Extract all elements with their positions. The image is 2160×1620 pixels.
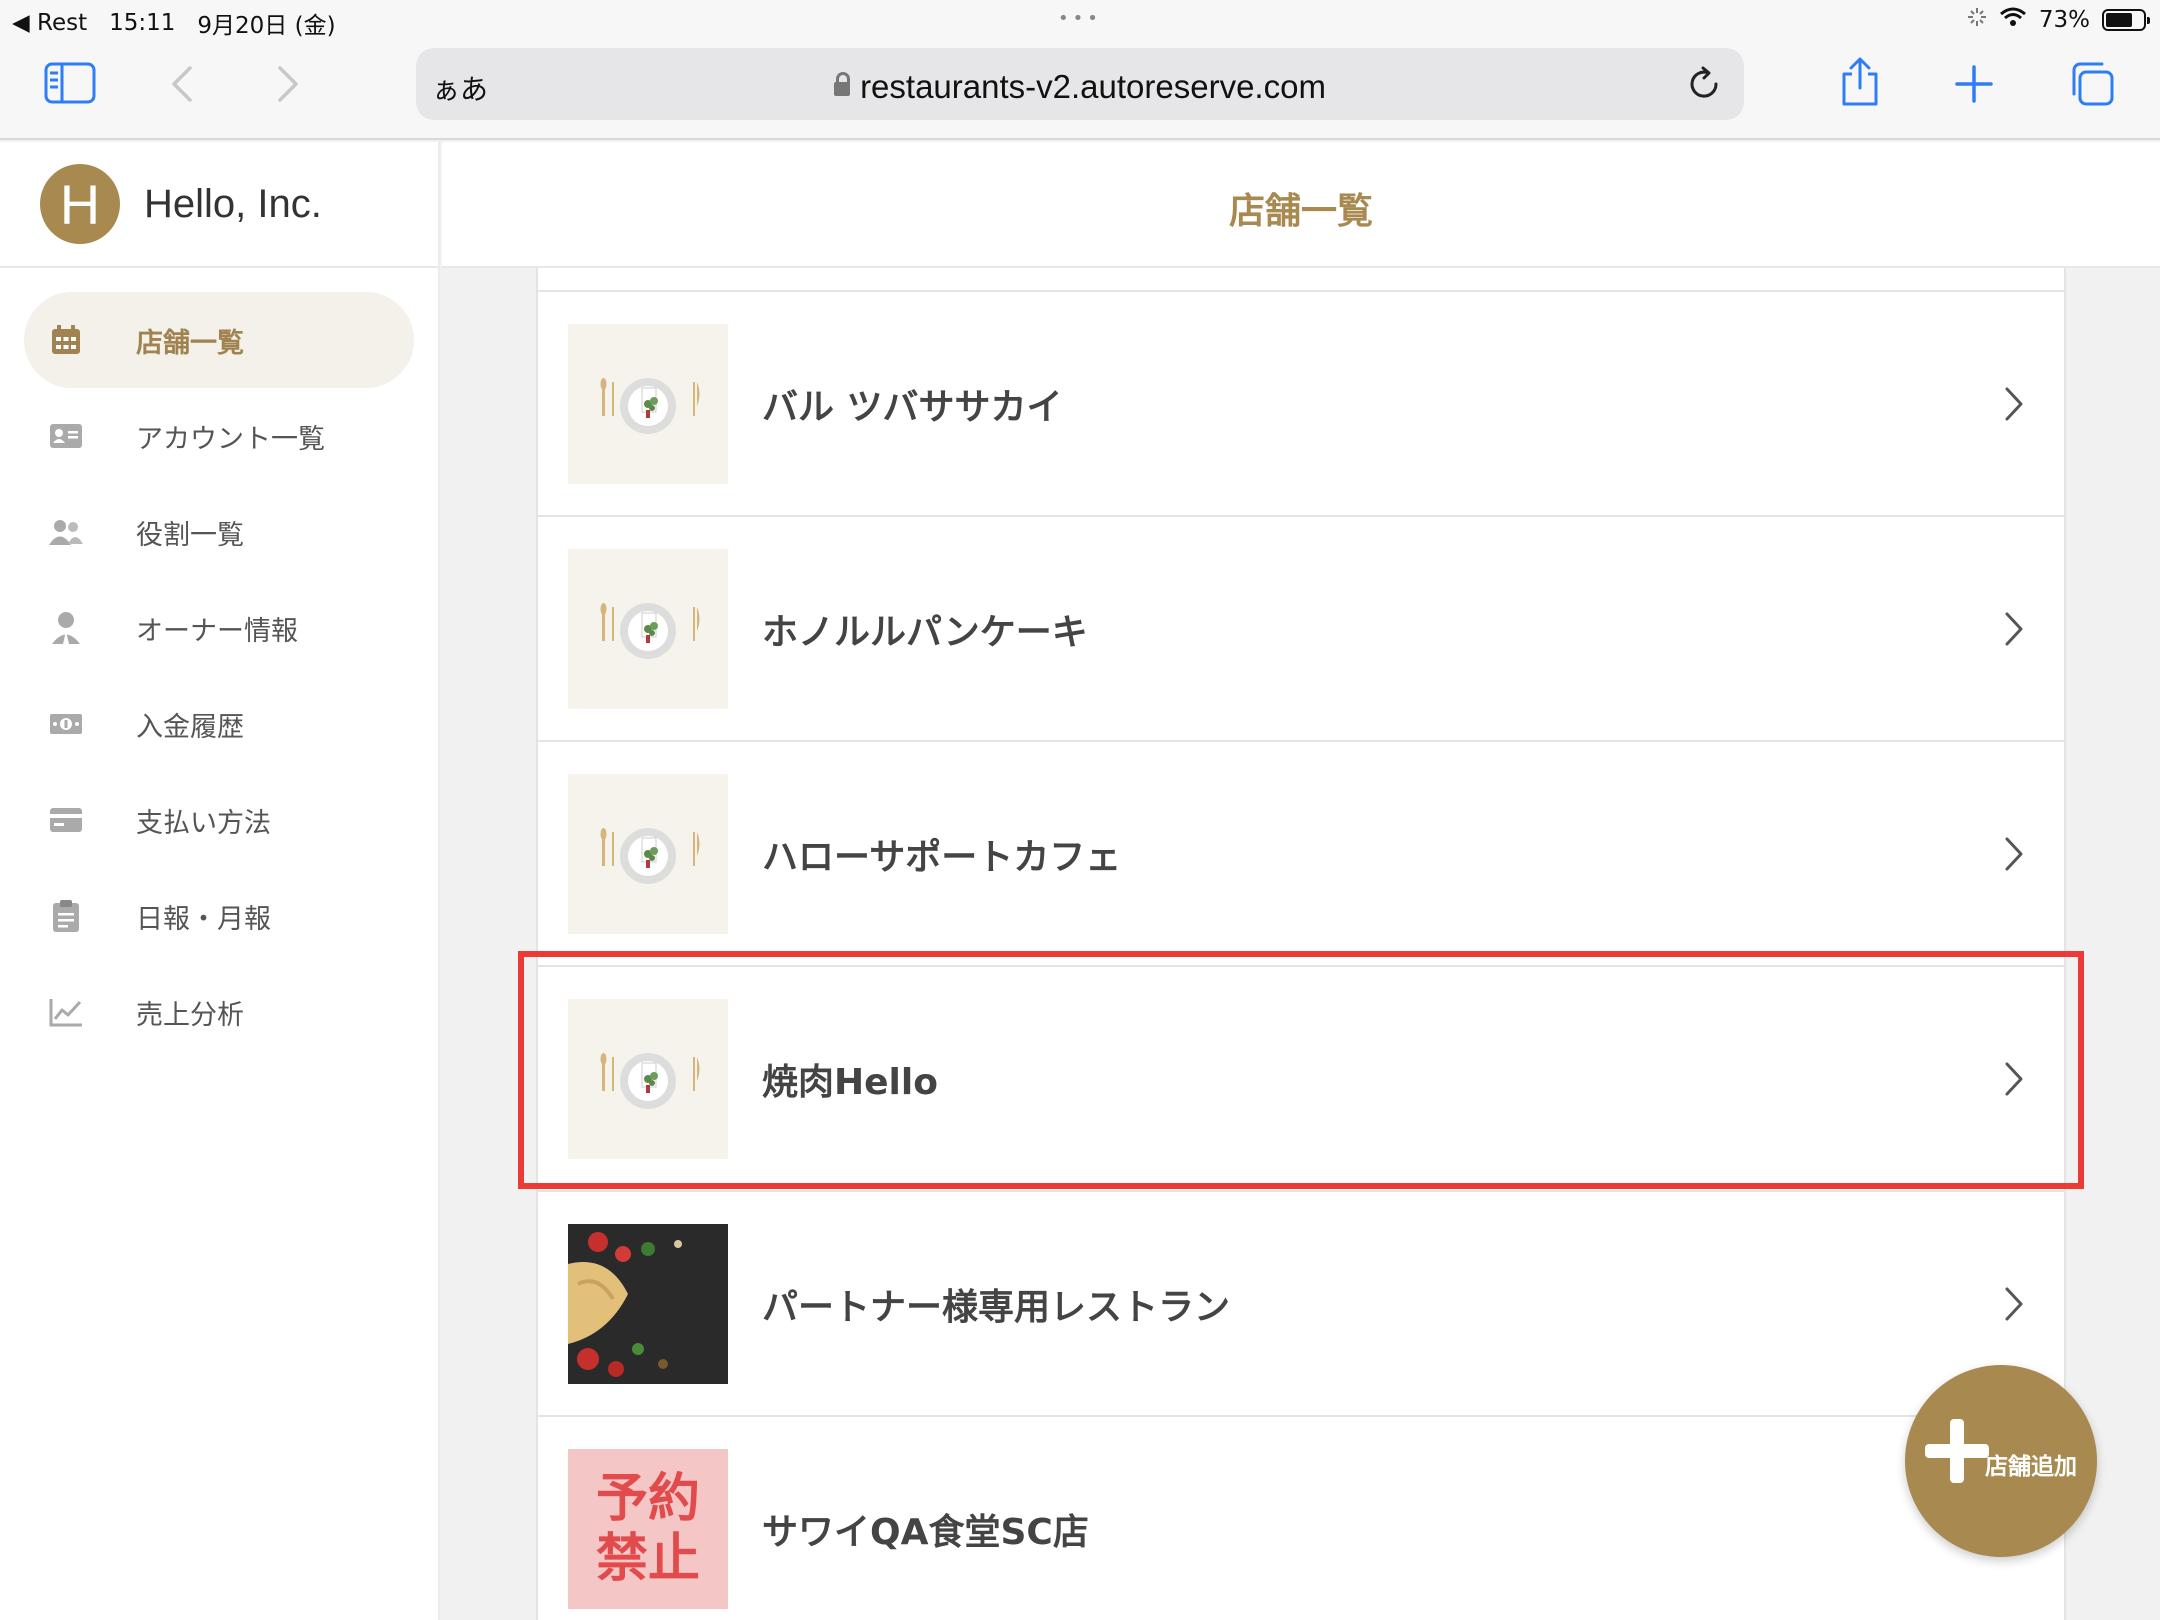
sidebar-item-label: オーナー情報 [136, 615, 298, 647]
status-bar: ◀ Rest 15:11 9月20日 (金) ••• 73% [0, 0, 2160, 40]
sidebar-toggle-icon[interactable] [44, 62, 96, 108]
sidebar-item-label: 売上分析 [136, 999, 244, 1031]
chevron-right-icon [2004, 1286, 2024, 1326]
restaurant-name: サワイQA食堂SC店 [762, 1511, 1089, 1553]
reservation-blocked-thumbnail: 予約 禁止 [568, 1448, 728, 1609]
restaurant-row[interactable]: バル ツバササカイ [538, 292, 2064, 517]
status-time: 15:11 [109, 10, 176, 36]
restaurant-placeholder-thumbnail [568, 548, 728, 709]
plus-icon [1923, 1417, 1991, 1489]
tableware-icon [600, 602, 700, 659]
restaurant-placeholder-thumbnail [568, 323, 728, 484]
page-title: 店舗一覧 [1228, 191, 1373, 232]
main-header: 店舗一覧 [442, 142, 2160, 268]
tableware-icon [600, 377, 700, 434]
add-store-label: 店舗追加 [1985, 1454, 2077, 1480]
sidebar-item-deposit-history[interactable]: 入金履歴 [24, 676, 414, 772]
restaurant-name: ホノルルパンケーキ [762, 611, 1088, 653]
users-icon [46, 512, 86, 552]
address-bar[interactable]: ぁあ restaurants-v2.autoreserve.com [416, 48, 1744, 120]
sidebar-item-label: 日報・月報 [136, 903, 271, 935]
share-icon[interactable] [1838, 56, 1882, 112]
restaurant-name: ハローサポートカフェ [762, 836, 1122, 878]
calendar-icon [46, 320, 86, 360]
thumb-text-line: 禁止 [595, 1528, 700, 1589]
restaurant-list: バル ツバササカイ ホノルルパンケーキ ハローサポートカフェ 焼肉Hello パ… [536, 268, 2066, 1620]
sidebar-item-label: 支払い方法 [136, 807, 271, 839]
sidebar-item-label: 入金履歴 [136, 711, 244, 743]
food-photo-icon [568, 1223, 728, 1384]
list-top-edge [538, 268, 2064, 292]
user-tie-icon [46, 608, 86, 648]
battery-icon [2102, 9, 2150, 31]
clipboard-icon [46, 896, 86, 936]
back-arrow-icon[interactable] [170, 64, 194, 108]
orientation-lock-icon [1967, 7, 1987, 33]
sidebar-item-accounts[interactable]: アカウント一覧 [24, 388, 414, 484]
browser-toolbar: ぁあ restaurants-v2.autoreserve.com [0, 40, 2160, 140]
restaurant-row-selected[interactable]: 焼肉Hello [538, 967, 2064, 1192]
lock-icon [834, 72, 851, 96]
restaurant-row[interactable]: ホノルルパンケーキ [538, 517, 2064, 742]
sidebar: H Hello, Inc. 店舗一覧 アカウント一覧 役割一覧 オーナー情報 入… [0, 142, 440, 1620]
sidebar-item-owner-info[interactable]: オーナー情報 [24, 580, 414, 676]
restaurant-name: パートナー様専用レストラン [762, 1286, 1231, 1328]
tableware-icon [600, 1052, 700, 1109]
chevron-right-icon [2004, 836, 2024, 876]
company-name: Hello, Inc. [144, 181, 322, 226]
url-text[interactable]: restaurants-v2.autoreserve.com [860, 68, 1326, 105]
tabs-overview-icon[interactable] [2068, 60, 2116, 112]
restaurant-row[interactable]: 予約 禁止 サワイQA食堂SC店 [538, 1417, 2064, 1620]
sidebar-header: H Hello, Inc. [0, 142, 438, 268]
sidebar-nav: 店舗一覧 アカウント一覧 役割一覧 オーナー情報 入金履歴 支払い方法 日報・月… [0, 268, 438, 1060]
sidebar-item-sales-analysis[interactable]: 売上分析 [24, 964, 414, 1060]
back-to-app-link[interactable]: ◀ Rest [12, 10, 87, 36]
sidebar-item-payment-method[interactable]: 支払い方法 [24, 772, 414, 868]
chevron-right-icon [2004, 611, 2024, 651]
forward-arrow-icon[interactable] [276, 64, 300, 108]
restaurant-placeholder-thumbnail [568, 773, 728, 934]
sidebar-item-label: 役割一覧 [136, 519, 244, 551]
wifi-icon [1999, 6, 2027, 34]
add-store-button[interactable]: 店舗追加 [1905, 1365, 2097, 1557]
id-card-icon [46, 416, 86, 456]
restaurant-photo-thumbnail [568, 1223, 728, 1384]
money-icon [46, 704, 86, 744]
restaurant-placeholder-thumbnail [568, 998, 728, 1159]
restaurant-row[interactable]: ハローサポートカフェ [538, 742, 2064, 967]
status-date: 9月20日 (金) [197, 13, 336, 39]
line-chart-icon [46, 992, 86, 1032]
new-tab-plus-icon[interactable] [1954, 64, 1994, 108]
restaurant-row[interactable]: パートナー様専用レストラン [538, 1192, 2064, 1417]
chevron-right-icon [2004, 386, 2024, 426]
battery-percent: 73% [2038, 7, 2090, 33]
reload-icon[interactable] [1686, 64, 1722, 106]
sidebar-item-stores[interactable]: 店舗一覧 [24, 292, 414, 388]
chevron-right-icon [2004, 1061, 2024, 1101]
credit-card-icon [46, 800, 86, 840]
tableware-icon [600, 827, 700, 884]
sidebar-item-roles[interactable]: 役割一覧 [24, 484, 414, 580]
sidebar-item-reports[interactable]: 日報・月報 [24, 868, 414, 964]
restaurant-name: 焼肉Hello [762, 1061, 938, 1103]
company-avatar[interactable]: H [40, 164, 120, 244]
thumb-text-line: 予約 [595, 1468, 700, 1529]
sidebar-item-label: アカウント一覧 [136, 423, 325, 455]
multitasking-dots[interactable]: ••• [1058, 8, 1102, 29]
restaurant-name: バル ツバササカイ [762, 386, 1063, 428]
sidebar-item-label: 店舗一覧 [136, 327, 244, 359]
